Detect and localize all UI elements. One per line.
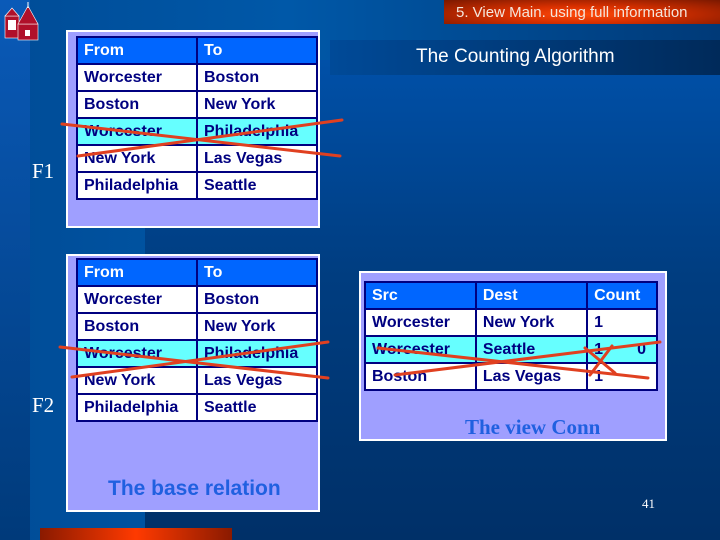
table-header-row: From To [76, 258, 318, 287]
table-cell: New York [76, 366, 198, 395]
f1-table: From To Worcester Boston Boston New York… [76, 36, 318, 200]
base-relation-caption: The base relation [108, 477, 281, 500]
background-left-strip [0, 0, 30, 540]
table-cell: Worcester [364, 308, 477, 337]
table-row-struck: Worcester Seattle 1 0 [364, 335, 658, 364]
column-header: Dest [474, 281, 589, 310]
table-cell: Las Vegas [196, 144, 318, 173]
column-header: To [196, 36, 318, 65]
table-cell: Worcester [76, 339, 198, 368]
view-conn-caption: The view Conn [465, 415, 601, 439]
table-header-row: Src Dest Count [364, 281, 658, 310]
table-header-row: From To [76, 36, 318, 65]
page-number: 41 [642, 496, 655, 511]
table-cell: Seattle [196, 393, 318, 422]
table-row: Worcester New York 1 [364, 308, 658, 337]
table-cell: Las Vegas [196, 366, 318, 395]
table-cell: Boston [76, 90, 198, 119]
table-row: Worcester Boston [76, 63, 318, 92]
table-cell: New York [196, 90, 318, 119]
column-header: Src [364, 281, 477, 310]
column-header: From [76, 36, 198, 65]
f1-label: F1 [32, 159, 55, 183]
campus-logo-icon [4, 2, 39, 41]
table-cell: Boston [196, 63, 318, 92]
table-cell: Seattle [474, 335, 589, 364]
column-header: To [196, 258, 318, 287]
f2-label: F2 [32, 393, 55, 417]
table-cell: Philadelphia [76, 171, 198, 200]
table-row: Philadelphia Seattle [76, 393, 318, 422]
table-cell: New York [196, 312, 318, 341]
slide-title: The Counting Algorithm [416, 46, 615, 67]
table-row: Worcester Boston [76, 285, 318, 314]
table-cell: 1 [586, 308, 658, 337]
column-header: From [76, 258, 198, 287]
table-row-struck: Worcester Philadelphia [76, 117, 318, 146]
table-cell: Worcester [76, 117, 198, 146]
table-cell: Boston [196, 285, 318, 314]
table-cell: 1 [586, 362, 658, 391]
table-cell: Worcester [76, 285, 198, 314]
table-row: New York Las Vegas [76, 366, 318, 395]
table-row-struck: Worcester Philadelphia [76, 339, 318, 368]
table-cell: Las Vegas [474, 362, 589, 391]
table-cell: New York [474, 308, 589, 337]
column-header: Count [586, 281, 658, 310]
new-count: 0 [637, 340, 646, 358]
table-cell: Philadelphia [196, 339, 318, 368]
table-cell: Philadelphia [76, 393, 198, 422]
table-cell: Boston [364, 362, 477, 391]
table-row: Philadelphia Seattle [76, 171, 318, 200]
table-cell: Philadelphia [196, 117, 318, 146]
f2-table: From To Worcester Boston Boston New York… [76, 258, 318, 422]
table-cell-count: 1 0 [586, 335, 658, 364]
table-row: Boston New York [76, 90, 318, 119]
table-cell: Worcester [76, 63, 198, 92]
footer-accent-bar [40, 528, 232, 540]
table-cell: Worcester [364, 335, 477, 364]
conn-table: Src Dest Count Worcester New York 1 Worc… [364, 281, 658, 391]
table-row: Boston Las Vegas 1 [364, 362, 658, 391]
table-row: New York Las Vegas [76, 144, 318, 173]
table-row: Boston New York [76, 312, 318, 341]
table-cell: Boston [76, 312, 198, 341]
table-cell: New York [76, 144, 198, 173]
old-count: 1 [594, 340, 603, 358]
section-title: 5. View Main. using full information [456, 4, 688, 21]
table-cell: Seattle [196, 171, 318, 200]
